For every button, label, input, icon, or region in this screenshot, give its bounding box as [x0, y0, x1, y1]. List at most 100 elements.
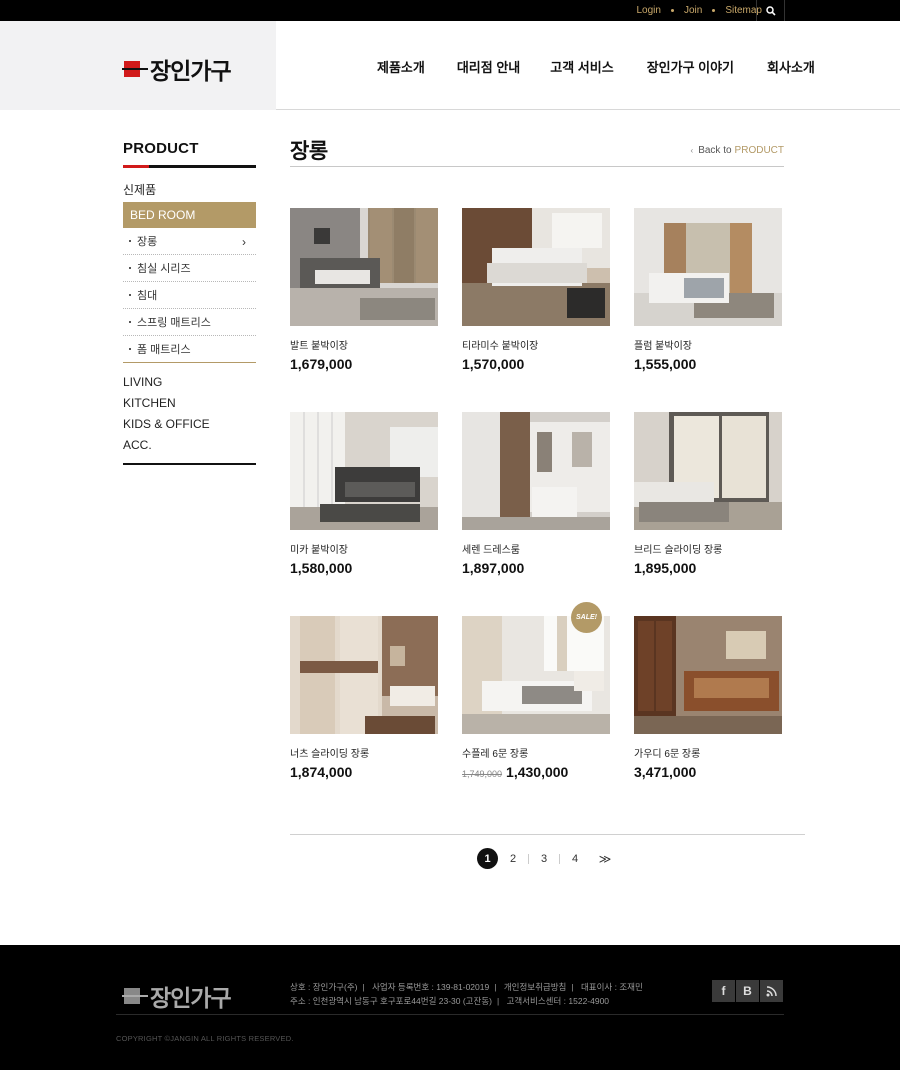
product-image[interactable]: [462, 616, 610, 734]
product-card[interactable]: 너츠 슬라이딩 장롱 1,874,000: [290, 616, 438, 780]
page-link[interactable]: 4: [560, 853, 590, 865]
nav-company[interactable]: 회사소개: [767, 57, 815, 76]
product-image[interactable]: [290, 616, 438, 734]
customer-center: 고객서비스센터 : 1522-4900: [506, 996, 610, 1006]
product-image[interactable]: [634, 412, 782, 530]
price-row: 1,874,000: [290, 764, 438, 780]
product-name[interactable]: 플럼 붙박이장: [634, 337, 782, 352]
sidebar-subitem-foam-mattress[interactable]: 폼 매트리스: [123, 336, 256, 363]
facebook-icon[interactable]: f: [712, 980, 736, 1002]
chevron-left-icon: ‹: [690, 146, 694, 155]
separator-dot: [712, 9, 716, 12]
search-button[interactable]: [756, 0, 785, 21]
product-price: 1,570,000: [462, 356, 525, 372]
product-image[interactable]: [634, 208, 782, 326]
company-address: 주소 : 인천광역시 남동구 호구포로44번길 23-30 (고잔동): [290, 996, 492, 1006]
footer-logo-text: 장인가구: [150, 985, 232, 1011]
nav-story[interactable]: 장인가구 이야기: [647, 57, 734, 76]
logo-text: 장인가구: [150, 58, 232, 84]
bullet-icon: [129, 240, 131, 242]
bullet-icon: [129, 294, 131, 296]
company-info-line-2: 주소 : 인천광역시 남동구 호구포로44번길 23-30 (고잔동) | 고객서…: [290, 996, 610, 1006]
back-target: PRODUCT: [734, 145, 784, 156]
product-card[interactable]: 가우디 6문 장롱 3,471,000: [634, 616, 782, 780]
product-name[interactable]: 너츠 슬라이딩 장롱: [290, 745, 438, 760]
content-header: 장롱 ‹ Back to PRODUCT: [290, 130, 784, 167]
sidebar-subitem-bedroom-series[interactable]: 침실 시리즈: [123, 255, 256, 282]
sidebar-subitem-spring-mattress[interactable]: 스프링 매트리스: [123, 309, 256, 336]
sidebar-title: PRODUCT: [123, 140, 199, 157]
back-to-product-link[interactable]: ‹ Back to PRODUCT: [691, 145, 784, 156]
pagination-rule: [290, 834, 805, 835]
search-icon: [765, 5, 776, 16]
copyright: COPYRIGHT ©JANGIN ALL RIGHTS RESERVED.: [116, 1034, 294, 1043]
product-card[interactable]: 세렌 드레스룸 1,897,000: [462, 412, 610, 576]
price-row: 1,895,000: [634, 560, 782, 576]
page-link[interactable]: 3: [529, 853, 559, 865]
bullet-icon: [129, 321, 131, 323]
subitem-label: 침실 시리즈: [137, 263, 191, 275]
nav-dealers[interactable]: 대리점 안내: [457, 57, 520, 76]
product-name[interactable]: 세렌 드레스룸: [462, 541, 610, 556]
product-name[interactable]: 가우디 6문 장롱: [634, 745, 782, 760]
subitem-label: 장롱: [137, 236, 158, 248]
chevron-right-icon: ›: [242, 235, 246, 249]
product-name[interactable]: 브리드 슬라이딩 장롱: [634, 541, 782, 556]
subitem-label: 폼 매트리스: [137, 344, 191, 356]
page-current[interactable]: 1: [477, 848, 498, 869]
sidebar-item-new[interactable]: 신제품: [123, 180, 256, 201]
product-card[interactable]: 플럼 붙박이장 1,555,000: [634, 208, 782, 372]
bullet-icon: [129, 348, 131, 350]
product-image[interactable]: [634, 616, 782, 734]
product-image[interactable]: [462, 208, 610, 326]
sidebar-subitem-wardrobe[interactable]: 장롱 ›: [123, 228, 256, 255]
business-number: 사업자 등록번호 : 139-81-02019: [372, 982, 490, 992]
next-page-icon[interactable]: ≫: [590, 852, 620, 866]
company-info-line-1: 상호 : 장인가구(주) | 사업자 등록번호 : 139-81-02019 | 개…: [290, 982, 643, 992]
logo-mark-icon: [122, 58, 148, 80]
sidebar-item-living[interactable]: LIVING: [123, 372, 256, 393]
product-card[interactable]: 티라미수 붙박이장 1,570,000: [462, 208, 610, 372]
top-links: Login Join Sitemap: [636, 0, 762, 21]
product-price: 1,874,000: [290, 764, 353, 780]
footer-logo[interactable]: 장인가구: [122, 979, 232, 1013]
page-link[interactable]: 2: [498, 853, 528, 865]
company-name: 상호 : 장인가구(주): [290, 982, 358, 992]
company-info: 상호 : 장인가구(주) | 사업자 등록번호 : 139-81-02019 | 개…: [290, 980, 643, 1008]
sidebar-item-kitchen[interactable]: KITCHEN: [123, 393, 256, 414]
nav-products[interactable]: 제품소개: [377, 57, 425, 76]
sidebar-title-rule: [123, 165, 256, 168]
product-image[interactable]: [290, 412, 438, 530]
product-card[interactable]: SALE! 수플레 6문 장롱 1,749,000 1,430,000: [462, 602, 610, 780]
product-card[interactable]: 미카 붙박이장 1,580,000: [290, 412, 438, 576]
product-image[interactable]: [290, 208, 438, 326]
sidebar-item-bedroom[interactable]: BED ROOM: [123, 202, 256, 228]
product-original-price: 1,749,000: [462, 769, 503, 779]
login-link[interactable]: Login: [636, 5, 660, 16]
product-name[interactable]: 티라미수 붙박이장: [462, 337, 610, 352]
price-row: 1,679,000: [290, 356, 438, 372]
product-price: 3,471,000: [634, 764, 697, 780]
social-links: f B: [712, 980, 784, 1002]
product-name[interactable]: 발트 붙박이장: [290, 337, 438, 352]
product-card[interactable]: 발트 붙박이장 1,679,000: [290, 208, 438, 372]
sidebar-bottom-rule: [123, 463, 256, 465]
price-row: 1,897,000: [462, 560, 610, 576]
sidebar-item-acc[interactable]: ACC.: [123, 435, 256, 456]
sidebar-item-kids-office[interactable]: KIDS & OFFICE: [123, 414, 256, 435]
price-row: 1,570,000: [462, 356, 610, 372]
product-name[interactable]: 수플레 6문 장롱: [462, 745, 610, 760]
logo[interactable]: 장인가구: [122, 52, 232, 86]
separator-dot: [670, 9, 674, 12]
product-image[interactable]: [462, 412, 610, 530]
sidebar-subitem-bed[interactable]: 침대: [123, 282, 256, 309]
join-link[interactable]: Join: [684, 5, 702, 16]
product-card[interactable]: 브리드 슬라이딩 장롱 1,895,000: [634, 412, 782, 576]
product-name[interactable]: 미카 붙박이장: [290, 541, 438, 556]
blog-icon[interactable]: B: [736, 980, 760, 1002]
rss-icon[interactable]: [760, 980, 784, 1002]
subitem-label: 스프링 매트리스: [137, 317, 211, 329]
nav-customer-service[interactable]: 고객 서비스: [550, 57, 613, 76]
privacy-policy-link[interactable]: 개인정보취급방침: [504, 982, 567, 992]
product-price: 1,895,000: [634, 560, 697, 576]
